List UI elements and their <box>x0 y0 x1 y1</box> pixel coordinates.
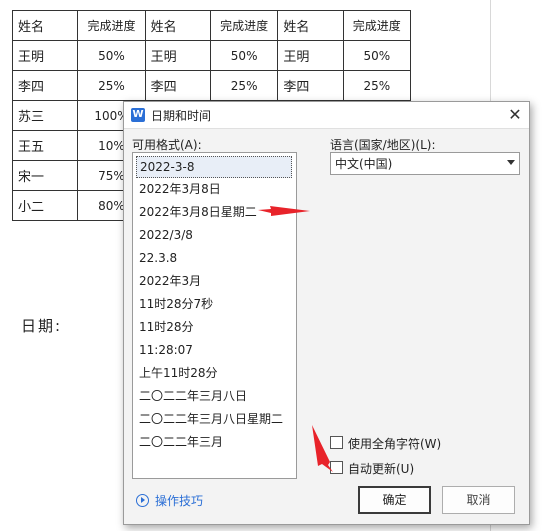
arrow-icon <box>258 206 310 216</box>
red-arrow-format <box>258 206 310 216</box>
annotation-layer <box>258 206 333 472</box>
arrow-icon <box>312 425 333 472</box>
red-arrow-checkbox <box>312 425 333 472</box>
